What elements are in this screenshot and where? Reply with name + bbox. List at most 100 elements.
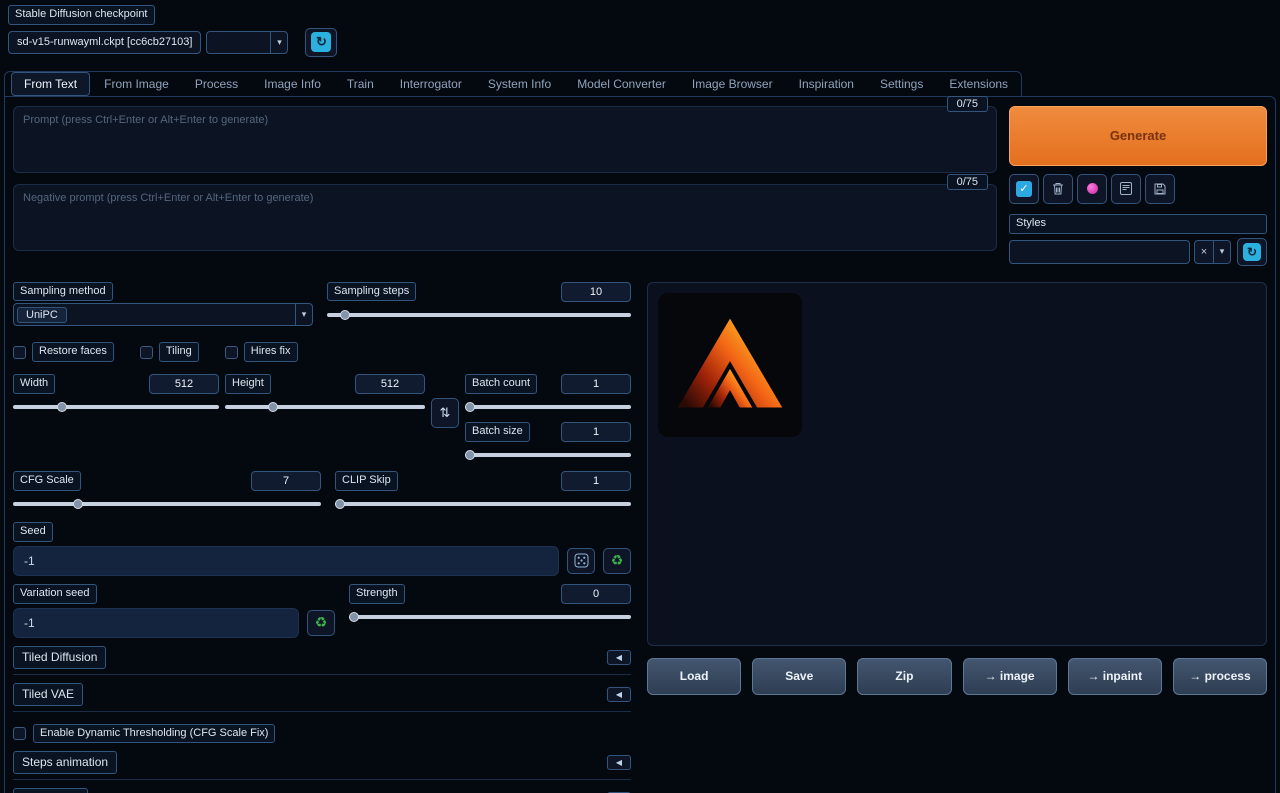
tab-image-info[interactable]: Image Info (252, 72, 333, 96)
negative-prompt-input[interactable] (23, 192, 987, 243)
collapse-icon[interactable]: ◀ (607, 650, 631, 665)
send-to-inpaint-button[interactable]: → inpaint (1068, 658, 1162, 695)
random-seed-button[interactable] (567, 548, 595, 574)
tab-from-image[interactable]: From Image (92, 72, 181, 96)
tiling-label: Tiling (159, 342, 199, 362)
clear-styles-icon[interactable]: × (1195, 246, 1213, 258)
variation-seed-input[interactable] (13, 608, 299, 638)
generate-button[interactable]: Generate (1009, 106, 1267, 166)
save-button[interactable]: Save (752, 658, 846, 695)
styles-combo: × ▾ (1194, 240, 1231, 264)
chevron-down-icon[interactable]: ▾ (295, 304, 312, 325)
save-style-button[interactable] (1145, 174, 1175, 204)
prompt-container: 0/75 (13, 106, 997, 173)
tiled-diffusion-label: Tiled Diffusion (13, 646, 106, 669)
batch-count-slider[interactable] (465, 401, 631, 413)
hires-fix-label: Hires fix (244, 342, 298, 362)
refresh-icon: ↻ (311, 32, 331, 52)
tab-interrogator[interactable]: Interrogator (388, 72, 474, 96)
tiled-vae-label: Tiled VAE (13, 683, 83, 706)
width-value[interactable]: 512 (149, 374, 219, 394)
extra-networks-button[interactable] (1077, 174, 1107, 204)
collapse-icon[interactable]: ◀ (607, 687, 631, 702)
paste-params-button[interactable]: ✓ (1009, 174, 1039, 204)
accordion-steps-animation[interactable]: Steps animation ◀ (13, 752, 631, 780)
sampling-steps-value[interactable]: 10 (561, 282, 631, 302)
checkpoint-secondary-select[interactable]: ▾ (206, 31, 288, 54)
variation-strength-value[interactable]: 0 (561, 584, 631, 604)
refresh-styles-button[interactable]: ↻ (1237, 238, 1267, 266)
slider-handle[interactable] (57, 402, 67, 412)
slider-handle[interactable] (349, 612, 359, 622)
tab-inspiration[interactable]: Inspiration (787, 72, 866, 96)
tab-image-browser[interactable]: Image Browser (680, 72, 785, 96)
recycle-icon: ♻ (315, 614, 328, 631)
tab-extensions[interactable]: Extensions (937, 72, 1020, 96)
height-slider[interactable] (225, 401, 425, 413)
slider-handle[interactable] (335, 499, 345, 509)
chevron-down-icon[interactable]: ▾ (1213, 241, 1230, 263)
slider-handle[interactable] (268, 402, 278, 412)
collapse-icon[interactable]: ◀ (607, 755, 631, 770)
batch-size-value[interactable]: 1 (561, 422, 631, 442)
restore-faces-checkbox[interactable]: Restore faces (13, 342, 114, 362)
height-label: Height (225, 374, 271, 394)
batch-count-value[interactable]: 1 (561, 374, 631, 394)
cfg-scale-label: CFG Scale (13, 471, 81, 491)
sampling-method-value: UniPC (17, 307, 67, 323)
reuse-seed-button[interactable]: ♻ (603, 548, 631, 574)
cfg-scale-slider[interactable] (13, 498, 321, 510)
send-to-process-button[interactable]: → process (1173, 658, 1267, 695)
placeholder-logo (658, 293, 802, 437)
check-icon: ✓ (1016, 181, 1032, 197)
width-label: Width (13, 374, 55, 394)
seed-input[interactable] (13, 546, 559, 576)
sampling-steps-slider[interactable] (327, 309, 631, 321)
accordion-tiled-vae[interactable]: Tiled VAE ◀ (13, 684, 631, 712)
app: Stable Diffusion checkpoint sd-v15-runwa… (0, 0, 1280, 793)
controlnet-label: ControlNet (13, 788, 88, 793)
checkbox-icon[interactable] (13, 727, 26, 740)
slider-track (465, 405, 631, 409)
accordion-controlnet[interactable]: ControlNet ◀ (13, 789, 631, 793)
slider-handle[interactable] (73, 499, 83, 509)
txt2img-panel: 0/75 0/75 Generate ✓ (4, 96, 1276, 793)
reuse-variation-seed-button[interactable]: ♻ (307, 610, 335, 636)
clip-skip-value[interactable]: 1 (561, 471, 631, 491)
load-button[interactable]: Load (647, 658, 741, 695)
slider-handle[interactable] (465, 402, 475, 412)
slider-handle[interactable] (340, 310, 350, 320)
hires-fix-checkbox[interactable]: Hires fix (225, 342, 298, 362)
checkbox-icon[interactable] (140, 346, 153, 359)
checkpoint-select[interactable]: sd-v15-runwayml.ckpt [cc6cb27103] (8, 31, 201, 54)
refresh-checkpoints-button[interactable]: ↻ (305, 28, 337, 57)
clear-prompt-button[interactable] (1043, 174, 1073, 204)
checkbox-icon[interactable] (13, 346, 26, 359)
tab-system-info[interactable]: System Info (476, 72, 563, 96)
prompt-input[interactable] (23, 114, 987, 165)
apply-styles-button[interactable] (1111, 174, 1141, 204)
tab-train[interactable]: Train (335, 72, 386, 96)
width-slider[interactable] (13, 401, 219, 413)
send-to-image-button[interactable]: → image (963, 658, 1057, 695)
dynamic-thresholding-checkbox[interactable]: Enable Dynamic Thresholding (CFG Scale F… (13, 724, 631, 744)
tab-settings[interactable]: Settings (868, 72, 935, 96)
height-value[interactable]: 512 (355, 374, 425, 394)
clip-skip-slider[interactable] (335, 498, 631, 510)
batch-size-slider[interactable] (465, 449, 631, 461)
slider-handle[interactable] (465, 450, 475, 460)
tab-from-text[interactable]: From Text (11, 72, 90, 96)
tab-process[interactable]: Process (183, 72, 250, 96)
zip-button[interactable]: Zip (857, 658, 951, 695)
variation-strength-slider[interactable] (349, 611, 631, 623)
tab-model-converter[interactable]: Model Converter (565, 72, 678, 96)
sampling-method-select[interactable]: UniPC ▾ (13, 303, 313, 326)
accordion-tiled-diffusion[interactable]: Tiled Diffusion ◀ (13, 647, 631, 675)
swap-dimensions-button[interactable]: ⇅ (431, 398, 459, 428)
styles-input[interactable] (1009, 240, 1190, 264)
checkbox-icon[interactable] (225, 346, 238, 359)
cfg-scale-value[interactable]: 7 (251, 471, 321, 491)
sampling-method-label: Sampling method (13, 282, 113, 302)
chevron-down-icon[interactable]: ▾ (270, 32, 287, 53)
tiling-checkbox[interactable]: Tiling (140, 342, 199, 362)
